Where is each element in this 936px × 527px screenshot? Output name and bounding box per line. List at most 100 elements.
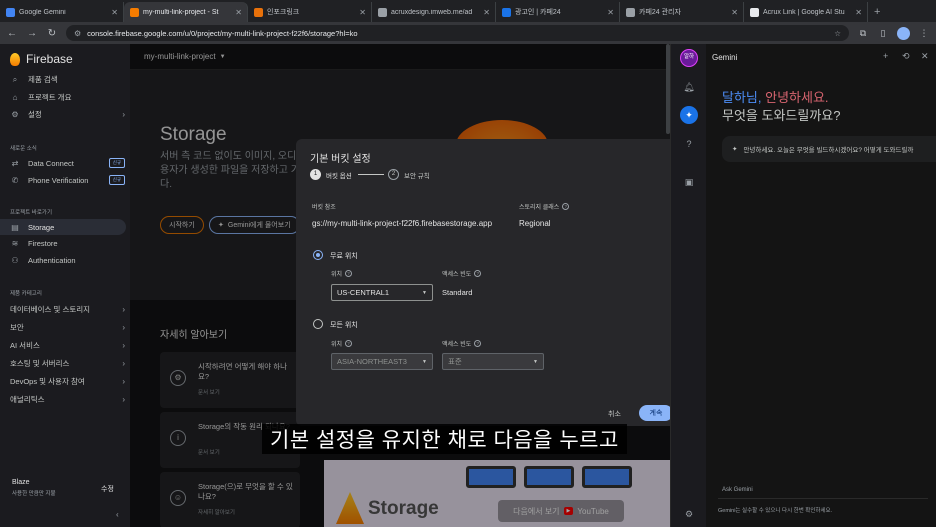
- browser-toolbar: ← → ↻ ⚙ console.firebase.google.com/u/0/…: [0, 22, 936, 44]
- sidebar-item-security[interactable]: 보안 ›: [10, 322, 125, 333]
- back-arrow-icon[interactable]: ←: [6, 28, 18, 39]
- stepper-step-bucket-options: 1 버킷 옵션: [310, 169, 352, 180]
- firebase-logo[interactable]: Firebase: [10, 52, 73, 66]
- storage-icon: ▤: [11, 223, 19, 232]
- stepper-step-security-rules: 2 보안 규칙: [388, 169, 430, 180]
- location-label: 위치?: [331, 269, 353, 278]
- browser-tab[interactable]: Google Gemini ✕: [0, 2, 124, 22]
- cancel-button[interactable]: 취소: [608, 409, 621, 419]
- sidebar-item-devops[interactable]: DevOps 및 사용자 참여 ›: [10, 376, 125, 387]
- site-info-icon[interactable]: ⚙: [74, 29, 81, 38]
- sidebar-item-storage[interactable]: ▤ Storage: [10, 223, 125, 232]
- close-icon[interactable]: ✕: [731, 8, 738, 17]
- phone-icon: ✆: [11, 175, 19, 185]
- stepper-connector: [358, 174, 384, 175]
- terminal-icon[interactable]: ▣: [681, 174, 697, 190]
- browser-tab[interactable]: 카페24 관리자 ✕: [620, 2, 744, 22]
- chevron-right-icon: ›: [122, 341, 125, 350]
- dropdown-arrow-icon: ▼: [422, 289, 427, 296]
- tab-favicon-icon: [130, 7, 139, 17]
- continue-button[interactable]: 계속: [639, 405, 673, 421]
- video-subtitle: 기본 설정을 유지한 채로 다음을 누르고: [262, 424, 627, 454]
- chevron-right-icon: ›: [122, 377, 125, 386]
- sidebar-item-hosting[interactable]: 호스팅 및 서버리스 ›: [10, 358, 125, 369]
- help-icon[interactable]: ?: [345, 340, 353, 347]
- close-panel-icon[interactable]: ✕: [921, 51, 929, 62]
- free-location-label: 무료 위치: [330, 253, 358, 260]
- help-icon[interactable]: ?: [562, 203, 570, 210]
- close-icon[interactable]: ✕: [111, 8, 118, 17]
- gemini-panel: Gemini + ⟲ ✕ 달하님, 안녕하세요. 무엇을 도와드릴까요? ✦ 안녕…: [706, 44, 936, 527]
- dialog-title: 기본 버킷 설정: [310, 154, 371, 165]
- collapse-sidebar-icon[interactable]: ‹: [116, 510, 119, 519]
- history-icon[interactable]: ⟲: [902, 51, 910, 62]
- gemini-disclaimer: Gemini는 실수할 수 있으니 다시 한번 확인하세요.: [718, 508, 833, 514]
- bucket-reference-value: gs://my-multi-link-project-f22f6.firebas…: [312, 219, 493, 228]
- sidebar-item-authentication[interactable]: ⚇ Authentication: [10, 256, 125, 265]
- sidebar-item-database[interactable]: 데이터베이스 및 스토리지 ›: [10, 304, 125, 315]
- sidebar-item-settings[interactable]: ⚙ 설정 ›: [10, 109, 125, 120]
- sidebar-item-phone-verification[interactable]: ✆ Phone Verification 신규: [10, 175, 125, 185]
- bell-icon[interactable]: 🔔︎: [681, 79, 697, 95]
- help-icon[interactable]: ?: [474, 270, 482, 277]
- sidebar-item-ai[interactable]: AI 서비스 ›: [10, 340, 125, 351]
- tab-favicon-icon: [254, 7, 263, 17]
- bookmark-star-icon[interactable]: ☆: [834, 29, 841, 38]
- sparkle-icon: ✦: [732, 146, 738, 153]
- storage-class-label: 스토리지 클래스?: [519, 202, 570, 211]
- tab-favicon-icon: [6, 7, 15, 17]
- all-locations-radio[interactable]: [313, 319, 323, 329]
- menu-kebab-icon[interactable]: ⋮: [918, 27, 930, 39]
- ask-gemini-input[interactable]: Ask Gemini: [722, 487, 753, 493]
- settings-gear-icon[interactable]: ⚙: [681, 506, 697, 522]
- dropdown-arrow-icon: ▼: [422, 358, 427, 365]
- home-icon: ⌂: [12, 93, 18, 102]
- forward-arrow-icon[interactable]: →: [26, 28, 38, 39]
- storage-class-value: Regional: [519, 219, 551, 228]
- sidebar-item-data-connect[interactable]: ⇄ Data Connect 신규: [10, 158, 125, 168]
- chevron-right-icon: ›: [122, 110, 125, 119]
- browser-tab[interactable]: acruxdesign.imweb.me/ad ✕: [372, 2, 496, 22]
- help-circle-icon[interactable]: ?: [681, 136, 697, 152]
- gemini-suggestion-chip[interactable]: ✦ 안녕하세요. 오늘은 무엇을 빌드하시겠어요? 어떻게 도와드릴까: [722, 136, 936, 162]
- bucket-setup-dialog: 기본 버킷 설정 1 버킷 옵션 2 보안 규칙 버킷 참조 gs://my-mul…: [296, 139, 682, 426]
- close-icon[interactable]: ✕: [483, 8, 490, 17]
- new-chat-plus-icon[interactable]: +: [883, 51, 888, 61]
- address-bar[interactable]: ⚙ console.firebase.google.com/u/0/projec…: [66, 25, 849, 41]
- help-icon[interactable]: ?: [345, 270, 353, 277]
- sidebar-item-search[interactable]: ⌕ 제품 검색: [10, 74, 125, 85]
- access-frequency-label-disabled: 액세스 빈도?: [442, 339, 482, 348]
- plan-edit-button[interactable]: 수정: [101, 484, 114, 494]
- help-icon[interactable]: ?: [474, 340, 482, 347]
- free-location-radio[interactable]: [313, 250, 323, 260]
- browser-tab[interactable]: 인포크링크 ✕: [248, 2, 372, 22]
- sidebar-item-analytics[interactable]: 애널리틱스 ›: [10, 394, 125, 405]
- user-avatar[interactable]: 알하: [680, 49, 698, 67]
- location-select[interactable]: US-CENTRAL1 ▼: [331, 284, 433, 301]
- sidebar-section-categories: 제품 카테고리: [10, 291, 42, 297]
- close-icon[interactable]: ✕: [855, 8, 862, 17]
- close-icon[interactable]: ✕: [607, 8, 614, 17]
- access-frequency-label: 액세스 빈도?: [442, 269, 482, 278]
- data-connect-icon: ⇄: [11, 158, 19, 168]
- browser-tab[interactable]: Acrux Link | Google AI Stu ✕: [744, 2, 868, 22]
- browser-tab[interactable]: 광고인 | 카페24 ✕: [496, 2, 620, 22]
- new-tab-icon[interactable]: +: [868, 2, 886, 22]
- close-icon[interactable]: ✕: [235, 8, 242, 17]
- reload-icon[interactable]: ↻: [46, 28, 58, 39]
- extensions-icon[interactable]: ⧉: [857, 27, 869, 39]
- chevron-right-icon: ›: [122, 359, 125, 368]
- gemini-sparkle-icon[interactable]: ✦: [680, 106, 698, 124]
- tab-favicon-icon: [378, 7, 387, 17]
- tab-favicon-icon: [750, 7, 759, 17]
- browser-tab-active[interactable]: my-multi-link-project - St ✕: [124, 2, 248, 22]
- close-icon[interactable]: ✕: [359, 8, 366, 17]
- firestore-icon: ≋: [11, 239, 19, 248]
- sidebar-item-firestore[interactable]: ≋ Firestore: [10, 239, 125, 248]
- location-select-disabled: ASIA-NORTHEAST3 ▼: [331, 353, 433, 370]
- profile-avatar[interactable]: [897, 26, 910, 40]
- sidebar-item-overview[interactable]: ⌂ 프로젝트 개요: [10, 92, 125, 103]
- sidebar-section-new: 새로운 소식: [10, 146, 37, 152]
- sidepanel-icon[interactable]: ▯: [877, 27, 889, 39]
- chevron-right-icon: ›: [122, 395, 125, 404]
